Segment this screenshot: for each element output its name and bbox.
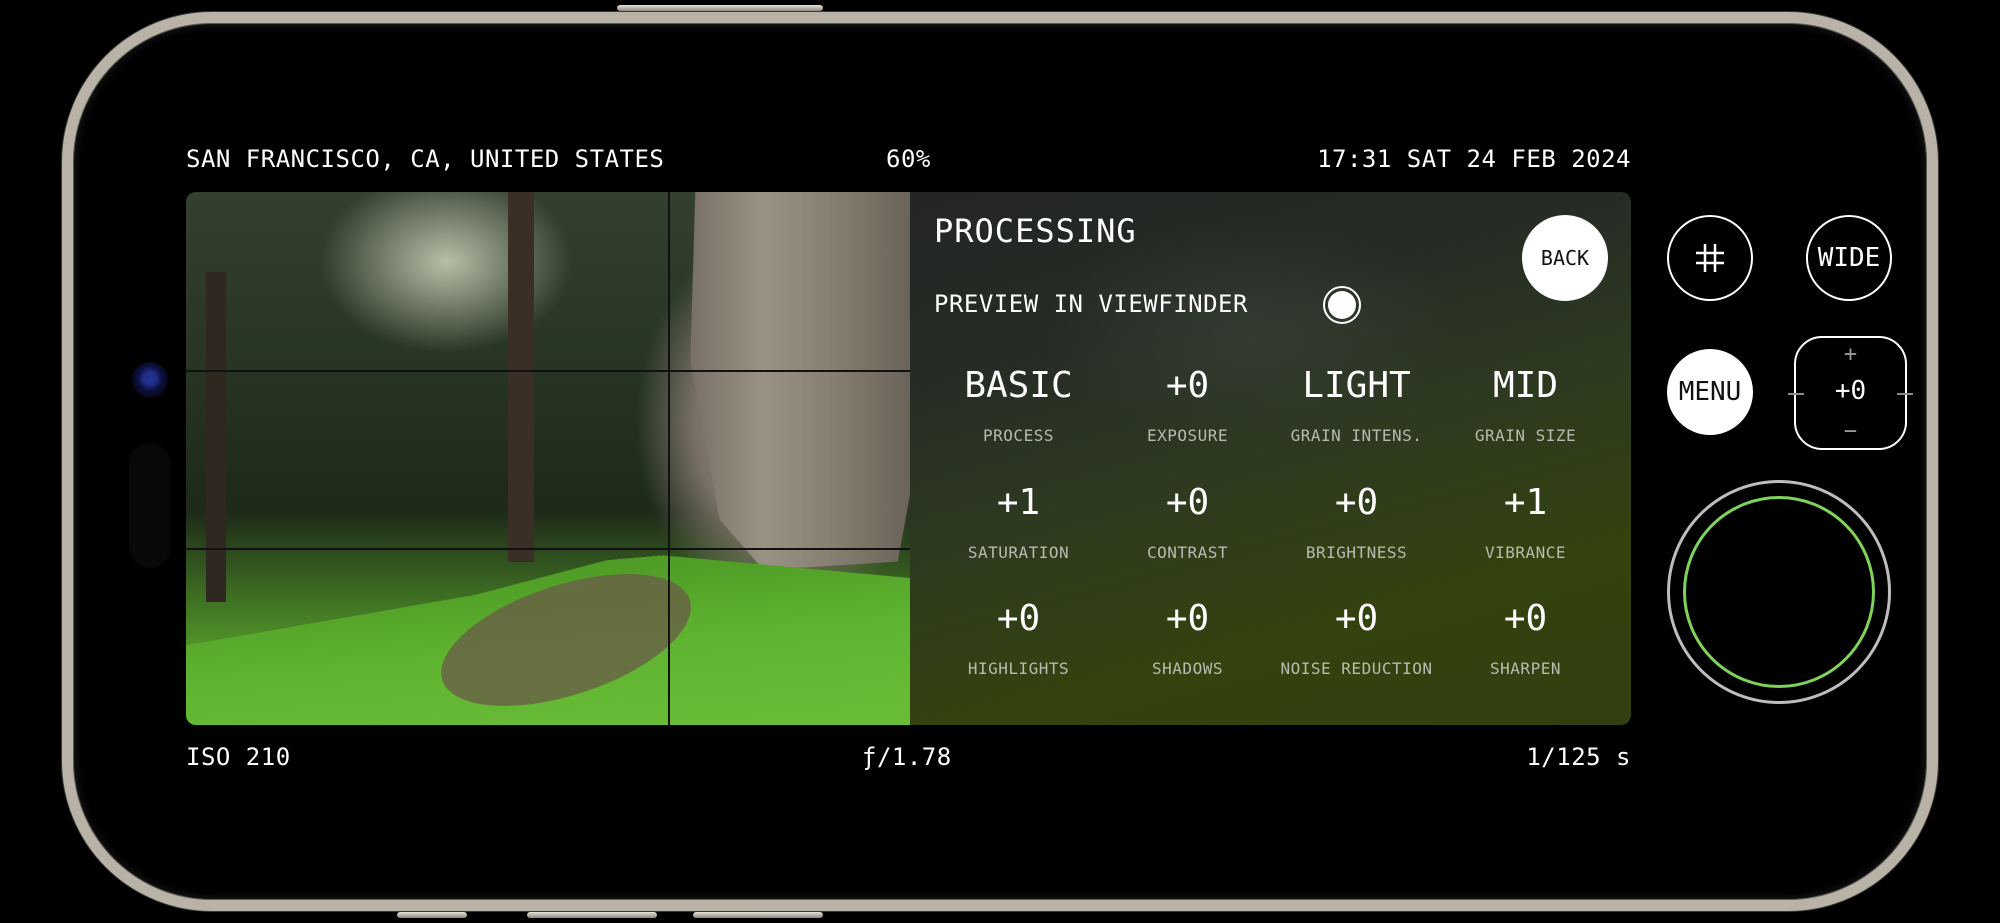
- setting-value: +0: [1165, 365, 1210, 406]
- setting-value: +0: [1334, 481, 1379, 523]
- setting-label: PROCESS: [983, 426, 1054, 445]
- exposure-compensation-value: +0: [1834, 376, 1867, 406]
- action-button: [617, 5, 823, 11]
- lens-select-button[interactable]: WIDE: [1806, 215, 1892, 301]
- setting-shadows[interactable]: +0 SHADOWS: [1103, 595, 1272, 712]
- settings-grid: BASIC PROCESS +0 EXPOSURE LIGHT GRAIN IN…: [934, 362, 1610, 712]
- setting-brightness[interactable]: +0 BRIGHTNESS: [1272, 479, 1441, 596]
- dynamic-island: [129, 443, 171, 568]
- setting-label: BRIGHTNESS: [1305, 542, 1408, 562]
- iso-readout: ISO 210: [186, 743, 291, 771]
- battery-level: 60%: [886, 145, 931, 173]
- setting-value: BASIC: [964, 365, 1073, 406]
- back-button[interactable]: BACK: [1522, 215, 1608, 301]
- setting-label: SATURATION: [967, 542, 1070, 562]
- processing-panel: PROCESSING PREVIEW IN VIEWFINDER BACK BA…: [910, 192, 1631, 725]
- setting-noise-reduction[interactable]: +0 NOISE REDUCTION: [1272, 595, 1441, 712]
- menu-button[interactable]: MENU: [1667, 349, 1753, 435]
- shutter-speed-readout: 1/125 s: [1526, 743, 1631, 771]
- setting-value: +0: [1165, 481, 1210, 523]
- aperture-readout: ƒ/1.78: [862, 743, 952, 771]
- setting-grain-size[interactable]: MID GRAIN SIZE: [1441, 362, 1610, 479]
- setting-process[interactable]: BASIC PROCESS: [934, 362, 1103, 479]
- minus-icon[interactable]: −: [1796, 419, 1905, 444]
- stepper-tick-right: [1897, 393, 1913, 395]
- setting-value: +1: [996, 481, 1041, 523]
- setting-label: VIBRANCE: [1484, 542, 1567, 562]
- setting-value: LIGHT: [1302, 365, 1411, 406]
- viewfinder-tree: [508, 192, 534, 562]
- panel-title: PROCESSING: [934, 212, 1137, 250]
- power-button: [693, 912, 823, 918]
- setting-sharpen[interactable]: +0 SHARPEN: [1441, 595, 1610, 712]
- datetime-text: 17:31 SAT 24 FEB 2024: [1317, 145, 1631, 173]
- setting-label: GRAIN SIZE: [1474, 426, 1577, 445]
- setting-label: SHADOWS: [1152, 659, 1223, 679]
- grid-line-horizontal: [186, 548, 910, 550]
- grid-line-horizontal: [186, 370, 910, 372]
- setting-label: EXPOSURE: [1146, 426, 1229, 445]
- setting-grain-intensity[interactable]: LIGHT GRAIN INTENS.: [1272, 362, 1441, 479]
- setting-value: +0: [1334, 598, 1379, 640]
- grid-line-vertical: [668, 192, 670, 725]
- grid-toggle-button[interactable]: [1667, 215, 1753, 301]
- stepper-tick-left: [1788, 393, 1804, 395]
- setting-contrast[interactable]: +0 CONTRAST: [1103, 479, 1272, 596]
- setting-value: +0: [996, 598, 1041, 640]
- volume-up-button: [397, 912, 467, 918]
- setting-exposure[interactable]: +0 EXPOSURE: [1103, 362, 1272, 479]
- setting-label: SHARPEN: [1490, 659, 1561, 679]
- location-text: SAN FRANCISCO, CA, UNITED STATES: [186, 145, 665, 173]
- setting-value: MID: [1492, 365, 1559, 406]
- setting-saturation[interactable]: +1 SATURATION: [934, 479, 1103, 596]
- viewfinder[interactable]: [186, 192, 910, 725]
- setting-vibrance[interactable]: +1 VIBRANCE: [1441, 479, 1610, 596]
- setting-value: +0: [1165, 598, 1210, 640]
- setting-label: CONTRAST: [1146, 542, 1229, 562]
- setting-highlights[interactable]: +0 HIGHLIGHTS: [934, 595, 1103, 712]
- grid-icon: [1696, 244, 1724, 272]
- preview-toggle[interactable]: [1323, 286, 1361, 324]
- exposure-compensation-stepper[interactable]: + +0 −: [1788, 336, 1913, 450]
- setting-label: GRAIN INTENS.: [1290, 426, 1423, 445]
- setting-label: HIGHLIGHTS: [967, 659, 1070, 679]
- shutter-inner-ring: [1683, 496, 1875, 688]
- setting-value: +0: [1503, 598, 1548, 640]
- preview-label: PREVIEW IN VIEWFINDER: [934, 290, 1248, 318]
- setting-value: +1: [1503, 481, 1548, 523]
- plus-icon[interactable]: +: [1796, 342, 1905, 367]
- volume-down-button: [527, 912, 657, 918]
- viewfinder-tree: [206, 272, 226, 602]
- shutter-button[interactable]: [1667, 480, 1891, 704]
- front-camera-icon: [132, 362, 168, 398]
- setting-label: NOISE REDUCTION: [1280, 659, 1433, 679]
